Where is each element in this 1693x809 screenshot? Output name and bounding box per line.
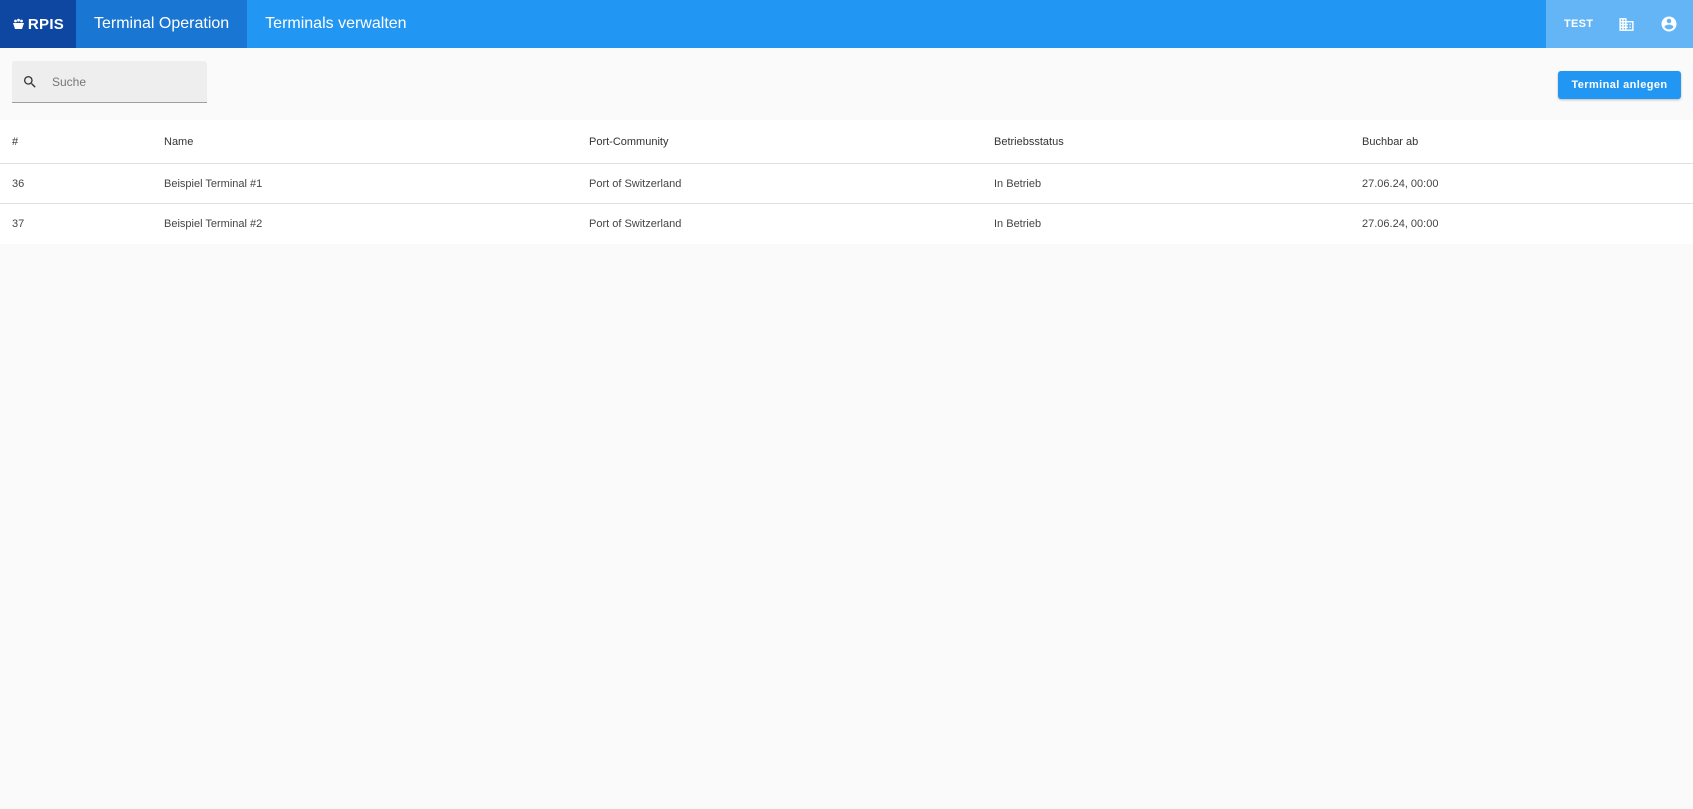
cell-port-community: Port of Switzerland (589, 218, 682, 230)
column-header-name[interactable]: Name (164, 136, 589, 148)
tab-terminals-verwalten[interactable]: Terminals verwalten (247, 0, 424, 48)
search-icon (22, 73, 40, 91)
cell-id: 36 (12, 177, 25, 190)
top-app-bar: RPIS Terminal Operation Terminals verwal… (0, 0, 1693, 48)
tab-terminal-operation[interactable]: Terminal Operation (76, 0, 248, 48)
cell-name: Beispiel Terminal #2 (164, 218, 263, 230)
column-header-status[interactable]: Betriebsstatus (994, 136, 1362, 148)
environment-badge: TEST (1564, 18, 1594, 30)
cell-port-community: Port of Switzerland (589, 177, 682, 190)
cell-status: In Betrieb (994, 218, 1042, 230)
column-header-id[interactable]: # (0, 136, 164, 148)
cell-bookable-from: 27.06.24, 00:00 (1362, 177, 1439, 190)
cell-status: In Betrieb (994, 177, 1042, 190)
cell-id: 37 (12, 218, 25, 230)
search-field[interactable] (12, 61, 207, 103)
logo-text: RPIS (27, 15, 65, 33)
tab-label: Terminal Operation (94, 15, 230, 32)
logo-mark-icon (12, 18, 25, 31)
tab-label: Terminals verwalten (265, 15, 407, 32)
terminals-table: # Name Port-Community Betriebsstatus Buc… (0, 120, 1693, 244)
app-logo[interactable]: RPIS (0, 0, 76, 48)
account-circle-icon[interactable] (1659, 14, 1679, 34)
create-terminal-button[interactable]: Terminal anlegen (1558, 71, 1681, 99)
topbar-actions: TEST (1546, 0, 1693, 48)
search-input[interactable] (52, 74, 192, 89)
cell-name: Beispiel Terminal #1 (164, 177, 263, 190)
table-header-row: # Name Port-Community Betriebsstatus Buc… (0, 120, 1693, 164)
table-row[interactable]: 36 Beispiel Terminal #1 Port of Switzerl… (0, 164, 1693, 204)
building-icon[interactable] (1616, 14, 1636, 34)
column-header-port-community[interactable]: Port-Community (589, 136, 994, 148)
cell-bookable-from: 27.06.24, 00:00 (1362, 218, 1439, 230)
table-row[interactable]: 37 Beispiel Terminal #2 Port of Switzerl… (0, 204, 1693, 244)
column-header-bookable-from[interactable]: Buchbar ab (1362, 136, 1693, 148)
